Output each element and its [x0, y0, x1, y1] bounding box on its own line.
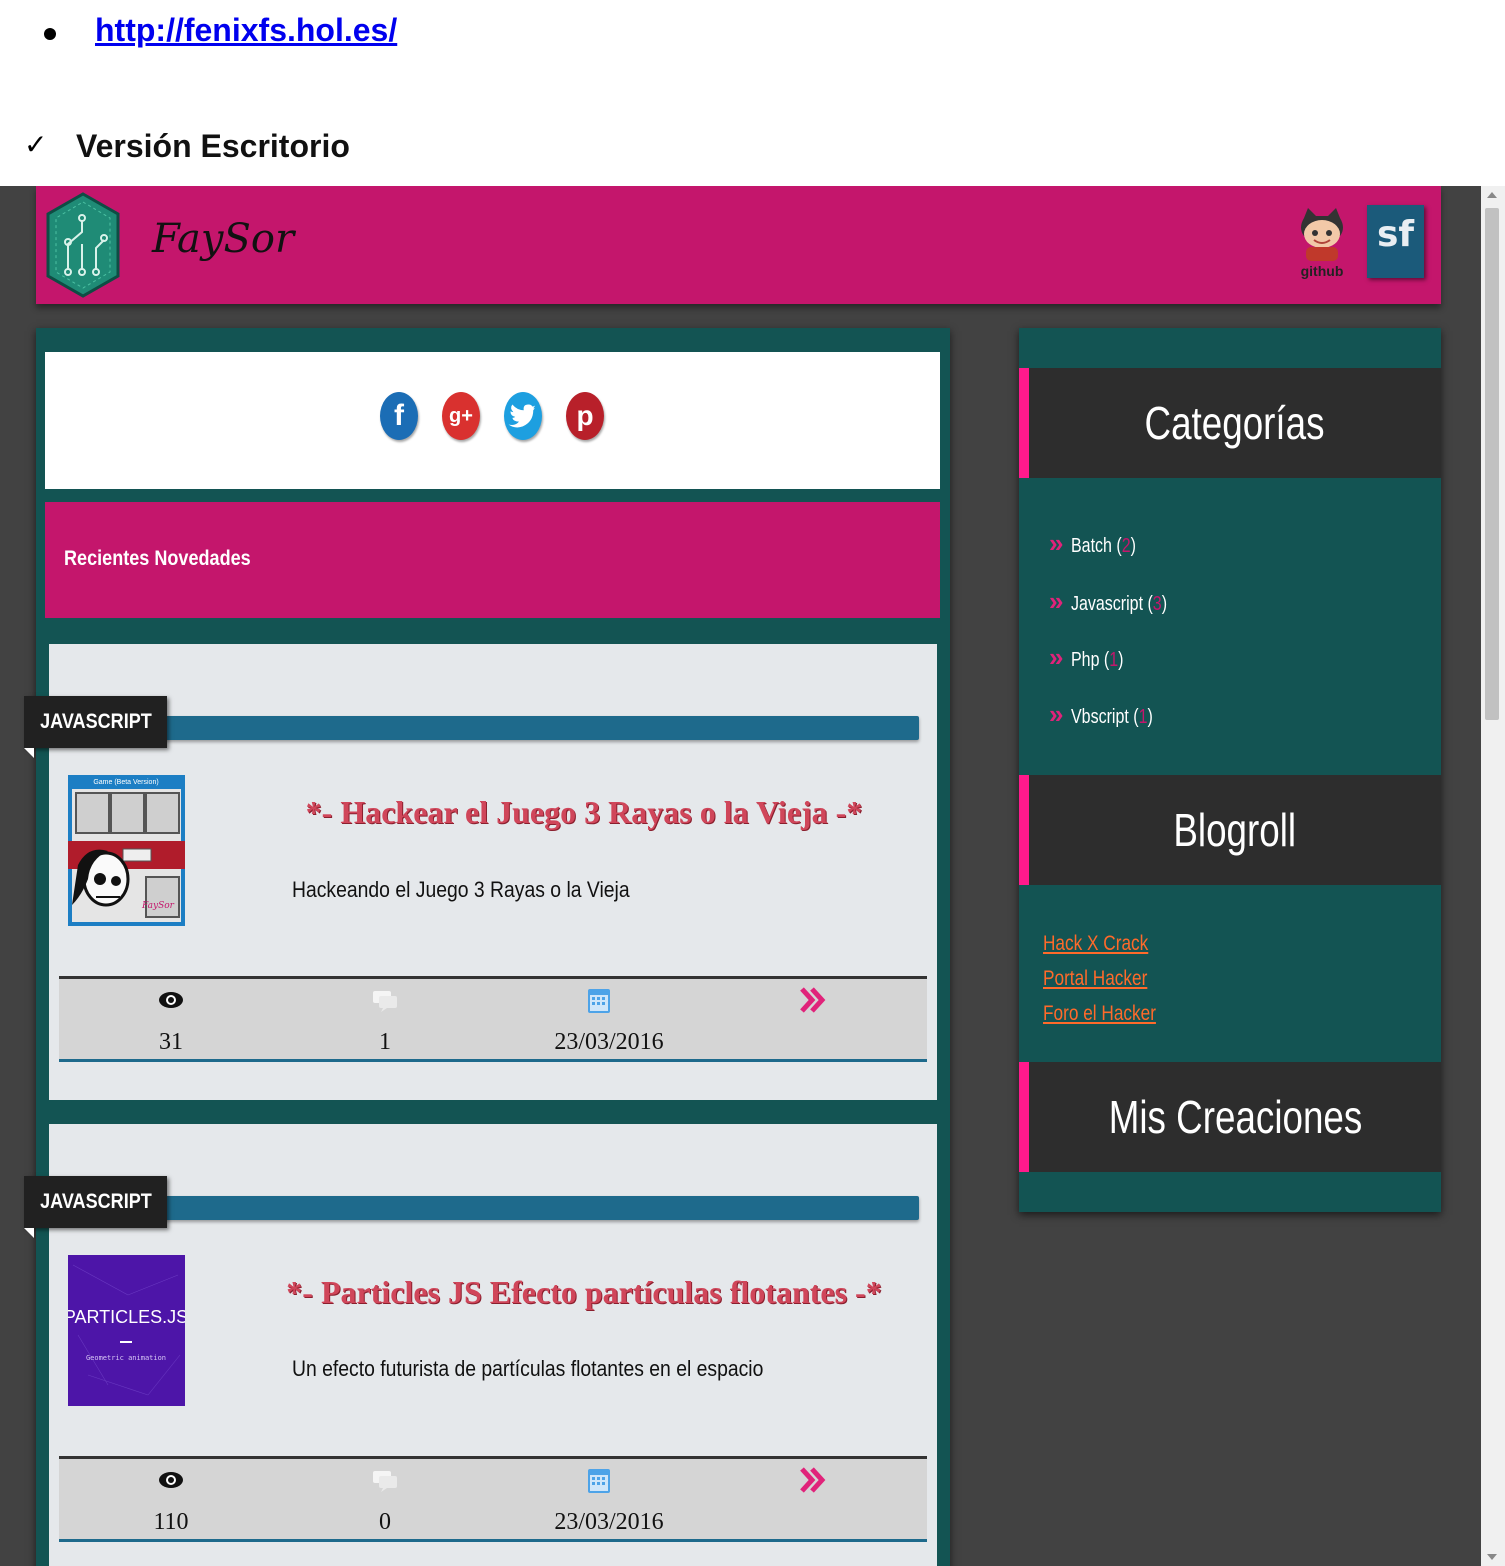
comments-icon: [373, 991, 397, 1012]
scroll-down-arrow-icon[interactable]: [1487, 1554, 1497, 1560]
read-more-chevrons-icon[interactable]: [792, 1465, 832, 1495]
github-octocat-icon[interactable]: github: [1284, 204, 1360, 282]
post-description: Un efecto futurista de partículas flotan…: [292, 1356, 764, 1381]
thumbnail-subtitle: Geometric animation: [86, 1354, 166, 1362]
post-card[interactable]: JAVASCRIPT PARTICLES.JS Geometric animat…: [24, 1124, 937, 1566]
blogroll-link[interactable]: Hack X Crack: [1043, 932, 1148, 956]
blogroll-header: Blogroll: [1019, 775, 1441, 885]
facebook-icon[interactable]: f: [380, 392, 418, 440]
post-card[interactable]: JAVASCRIPT Game (Beta Version) FaySor *-…: [24, 644, 937, 1100]
site-header: FaySor github sf: [36, 186, 1441, 304]
recent-news-panel: Recientes Novedades: [45, 502, 940, 618]
scroll-up-arrow-icon[interactable]: [1487, 192, 1497, 198]
category-tag[interactable]: JAVASCRIPT: [24, 696, 167, 748]
category-tag-fold: [24, 748, 34, 758]
blogroll-title: Blogroll: [1173, 804, 1297, 856]
category-band: [159, 1196, 919, 1220]
pinterest-icon[interactable]: p: [566, 392, 604, 440]
twitter-icon[interactable]: [504, 392, 542, 440]
recent-news-title: Recientes Novedades: [64, 547, 251, 570]
chevron-right-icon: »: [1049, 699, 1064, 729]
checkmark-icon: ✓: [24, 128, 48, 161]
comments-icon: [373, 1471, 397, 1492]
post-date: 23/03/2016: [554, 1029, 664, 1055]
category-tag-fold: [24, 1228, 34, 1238]
googleplus-icon[interactable]: g+: [442, 392, 480, 440]
blogroll-link[interactable]: Foro el Hacker: [1043, 1002, 1156, 1026]
eye-icon: [159, 992, 183, 1008]
blogroll-link[interactable]: Portal Hacker: [1043, 967, 1147, 991]
post-title[interactable]: *- Hackear el Juego 3 Rayas o la Vieja -…: [249, 794, 919, 831]
category-item-javascript[interactable]: » Javascript (3): [1049, 586, 1192, 617]
github-label: github: [1301, 263, 1344, 279]
thumbnail-brand: FaySor: [141, 901, 175, 911]
document-heading-row: ✓ Versión Escritorio: [0, 124, 1505, 174]
chevron-right-icon: »: [1049, 642, 1064, 672]
post-thumbnail[interactable]: PARTICLES.JS Geometric animation: [68, 1255, 185, 1406]
read-more-chevrons-icon[interactable]: [792, 985, 832, 1015]
share-panel: f g+ p: [45, 352, 940, 489]
creations-title: Mis Creaciones: [1108, 1091, 1362, 1143]
creations-header: Mis Creaciones: [1019, 1062, 1441, 1172]
post-title[interactable]: *- Particles JS Efecto partículas flotan…: [249, 1274, 919, 1311]
categories-title: Categorías: [1144, 397, 1325, 449]
categories-header: Categorías: [1019, 368, 1441, 478]
chevron-right-icon: »: [1049, 528, 1064, 558]
site-brand[interactable]: FaySor: [152, 216, 294, 262]
calendar-icon: [588, 989, 610, 1013]
thumbnail-caption: Game (Beta Version): [93, 779, 158, 786]
sourceforge-icon[interactable]: sf: [1367, 205, 1424, 278]
vertical-scrollbar[interactable]: [1481, 186, 1505, 1566]
category-tag[interactable]: JAVASCRIPT: [24, 1176, 167, 1228]
site-url-link[interactable]: http://fenixfs.hol.es/: [95, 12, 397, 49]
calendar-icon: [588, 1469, 610, 1493]
logo-hexagon-icon[interactable]: [46, 192, 120, 298]
sidebar: Categorías » Batch (2) » Javascript (3) » P…: [1019, 328, 1441, 1212]
post-thumbnail[interactable]: Game (Beta Version) FaySor: [68, 775, 185, 926]
category-item-php[interactable]: » Php (1): [1049, 642, 1137, 673]
eye-icon: [159, 1472, 183, 1488]
post-stats-bar: 31 1 23/03/2016: [59, 976, 927, 1062]
views-count: 110: [153, 1509, 189, 1535]
document-heading: Versión Escritorio: [76, 128, 350, 164]
bullet-icon: [44, 28, 56, 40]
comments-count: 1: [379, 1029, 391, 1055]
comments-count: 0: [379, 1509, 391, 1535]
post-stats-bar: 110 0 23/03/2016: [59, 1456, 927, 1542]
category-item-batch[interactable]: » Batch (2): [1049, 528, 1153, 559]
chevron-right-icon: »: [1049, 586, 1064, 616]
main-column: f g+ p Recientes Novedades JAVASCRIPT Ga…: [24, 328, 950, 1566]
post-description: Hackeando el Juego 3 Rayas o la Vieja: [292, 877, 630, 902]
views-count: 31: [159, 1029, 183, 1055]
post-date: 23/03/2016: [554, 1509, 664, 1535]
thumbnail-caption: PARTICLES.JS: [68, 1307, 185, 1327]
category-item-vbscript[interactable]: » Vbscript (1): [1049, 699, 1174, 730]
website-screenshot: FaySor github sf f g+ p Recientes Noveda…: [0, 186, 1505, 1566]
document-link-row: http://fenixfs.hol.es/: [0, 0, 1505, 70]
scrollbar-thumb[interactable]: [1485, 208, 1499, 720]
category-band: [159, 716, 919, 740]
